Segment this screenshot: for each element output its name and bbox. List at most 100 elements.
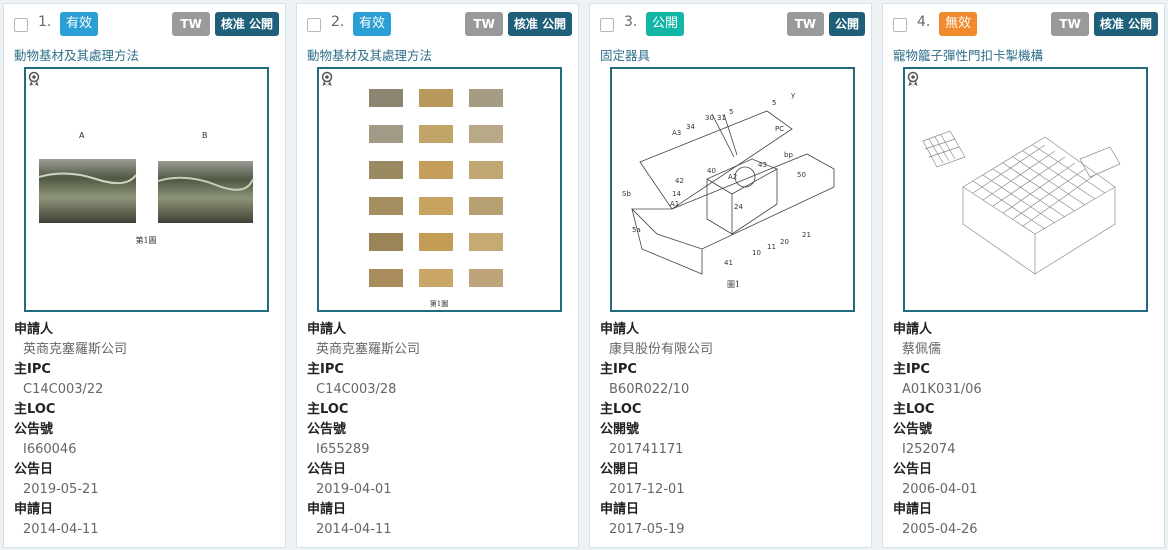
ref-label: y bbox=[791, 91, 795, 99]
card-header: 2. 有效 TW 核准 公開 bbox=[307, 12, 572, 38]
field-label-number: 公告號 bbox=[307, 422, 347, 437]
field-label-loc: 主LOC bbox=[600, 402, 642, 417]
tag-group: TW 核准 公開 bbox=[1051, 12, 1158, 36]
patent-title[interactable]: 寵物籠子彈性門扣卡掣機構 bbox=[893, 45, 1043, 64]
field-value-ipc: C14C003/22 bbox=[23, 382, 104, 397]
publication-type-tag[interactable]: 核准 公開 bbox=[507, 12, 572, 36]
ref-label: A1 bbox=[670, 200, 679, 208]
select-checkbox[interactable] bbox=[600, 18, 614, 32]
field-label-loc: 主LOC bbox=[14, 402, 56, 417]
field-value-number: I660046 bbox=[23, 442, 77, 457]
select-checkbox[interactable] bbox=[307, 18, 321, 32]
figure-label-b: B bbox=[202, 131, 208, 140]
publication-type-tag[interactable]: 核准 公開 bbox=[1093, 12, 1158, 36]
field-value-app-date: 2014-04-11 bbox=[23, 522, 99, 537]
patent-card: 1. 有效 TW 核准 公開 動物基材及其處理方法 A B 第1圖 申請人 英商… bbox=[3, 3, 286, 548]
ref-label: 40 bbox=[707, 167, 716, 175]
ref-label: bp bbox=[784, 151, 793, 159]
field-label-app-date: 申請日 bbox=[600, 502, 640, 517]
ref-label: 20 bbox=[780, 238, 789, 246]
patent-result-grid: 1. 有效 TW 核准 公開 動物基材及其處理方法 A B 第1圖 申請人 英商… bbox=[0, 0, 1168, 550]
patent-figure[interactable]: A B 第1圖 bbox=[24, 67, 269, 312]
patent-figure[interactable]: 第1圖 bbox=[317, 67, 562, 312]
field-value-number: 201741171 bbox=[609, 442, 684, 457]
field-label-pub-date: 公開日 bbox=[600, 462, 640, 477]
field-label-applicant: 申請人 bbox=[307, 322, 347, 337]
tag-group: TW 公開 bbox=[786, 12, 865, 36]
figure-caption: 第1圖 bbox=[430, 299, 448, 308]
status-badge: 有效 bbox=[60, 12, 99, 36]
patent-card: 2. 有效 TW 核准 公開 動物基材及其處理方法 第1圖 申請人 英商克塞羅斯… bbox=[296, 3, 579, 548]
ref-label: 41 bbox=[724, 259, 733, 267]
patent-card: 4. 無效 TW 核准 公開 寵物籠子彈性門扣卡掣機構 申請人 蔡佩儒 主IPC… bbox=[882, 3, 1165, 548]
award-icon bbox=[28, 71, 40, 87]
field-label-number: 公開號 bbox=[600, 422, 640, 437]
patent-fields: 申請人 英商克塞羅斯公司 主IPC C14C003/22 主LOC 公告號 I6… bbox=[14, 320, 127, 540]
select-checkbox[interactable] bbox=[893, 18, 907, 32]
ref-label: 5 bbox=[772, 99, 776, 107]
field-label-app-date: 申請日 bbox=[14, 502, 54, 517]
patent-title[interactable]: 動物基材及其處理方法 bbox=[14, 45, 139, 64]
select-checkbox[interactable] bbox=[14, 18, 28, 32]
field-value-number: I655289 bbox=[316, 442, 370, 457]
ref-label: 21 bbox=[802, 231, 811, 239]
field-value-pub-date: 2019-05-21 bbox=[23, 482, 99, 497]
patent-figure[interactable]: A3 34 30 31 5 5 PC y 43 bp 40 A2 42 14 A… bbox=[610, 67, 855, 312]
field-label-number: 公告號 bbox=[14, 422, 54, 437]
field-label-loc: 主LOC bbox=[893, 402, 935, 417]
sample-a-photo bbox=[39, 159, 136, 223]
result-number: 1. bbox=[38, 14, 52, 30]
field-label-app-date: 申請日 bbox=[893, 502, 933, 517]
field-value-applicant: 康貝股份有限公司 bbox=[609, 342, 714, 357]
ref-label: A2 bbox=[728, 173, 737, 181]
field-label-ipc: 主IPC bbox=[893, 362, 930, 377]
field-value-app-date: 2017-05-19 bbox=[609, 522, 685, 537]
field-label-applicant: 申請人 bbox=[14, 322, 54, 337]
field-value-applicant: 蔡佩儒 bbox=[902, 342, 942, 357]
status-badge: 公開 bbox=[646, 12, 685, 36]
field-label-applicant: 申請人 bbox=[600, 322, 640, 337]
figure-caption: 第1圖 bbox=[135, 235, 156, 245]
pet-cage-drawing bbox=[922, 130, 1121, 275]
field-value-pub-date: 2017-12-01 bbox=[609, 482, 685, 497]
patent-figure[interactable] bbox=[903, 67, 1148, 312]
field-label-ipc: 主IPC bbox=[600, 362, 637, 377]
ref-label: A3 bbox=[672, 129, 681, 137]
publication-type-tag[interactable]: 核准 公開 bbox=[214, 12, 279, 36]
field-value-applicant: 英商克塞羅斯公司 bbox=[316, 342, 421, 357]
sample-photo-grid bbox=[369, 89, 503, 287]
card-header: 3. 公開 TW 公開 bbox=[600, 12, 865, 38]
sample-b-photo bbox=[158, 161, 253, 223]
ref-label: 24 bbox=[734, 203, 743, 211]
ref-label: 14 bbox=[672, 190, 681, 198]
ref-label: 30 bbox=[705, 114, 714, 122]
ref-label: 5a bbox=[632, 226, 641, 234]
result-number: 4. bbox=[917, 14, 931, 30]
field-label-loc: 主LOC bbox=[307, 402, 349, 417]
card-header: 4. 無效 TW 核准 公開 bbox=[893, 12, 1158, 38]
ref-label: 11 bbox=[767, 243, 776, 251]
field-label-app-date: 申請日 bbox=[307, 502, 347, 517]
field-label-applicant: 申請人 bbox=[893, 322, 933, 337]
field-label-pub-date: 公告日 bbox=[307, 462, 347, 477]
country-tag[interactable]: TW bbox=[172, 12, 210, 36]
publication-type-tag[interactable]: 公開 bbox=[828, 12, 865, 36]
patent-title[interactable]: 動物基材及其處理方法 bbox=[307, 45, 432, 64]
tag-group: TW 核准 公開 bbox=[465, 12, 572, 36]
country-tag[interactable]: TW bbox=[465, 12, 503, 36]
ref-label: 34 bbox=[686, 123, 695, 131]
field-value-applicant: 英商克塞羅斯公司 bbox=[23, 342, 128, 357]
patent-fields: 申請人 康貝股份有限公司 主IPC B60R022/10 主LOC 公開號 20… bbox=[600, 320, 713, 540]
field-label-pub-date: 公告日 bbox=[893, 462, 933, 477]
field-value-number: I252074 bbox=[902, 442, 956, 457]
ref-label: PC bbox=[775, 125, 784, 133]
figure-caption: 圖1 bbox=[727, 280, 740, 289]
ref-label: 50 bbox=[797, 171, 806, 179]
field-value-app-date: 2005-04-26 bbox=[902, 522, 978, 537]
country-tag[interactable]: TW bbox=[786, 12, 824, 36]
field-value-pub-date: 2006-04-01 bbox=[902, 482, 978, 497]
patent-card: 3. 公開 TW 公開 固定器具 A3 34 30 31 5 5 PC y 43… bbox=[589, 3, 872, 548]
patent-title[interactable]: 固定器具 bbox=[600, 45, 650, 64]
country-tag[interactable]: TW bbox=[1051, 12, 1089, 36]
ref-label: 42 bbox=[675, 177, 684, 185]
